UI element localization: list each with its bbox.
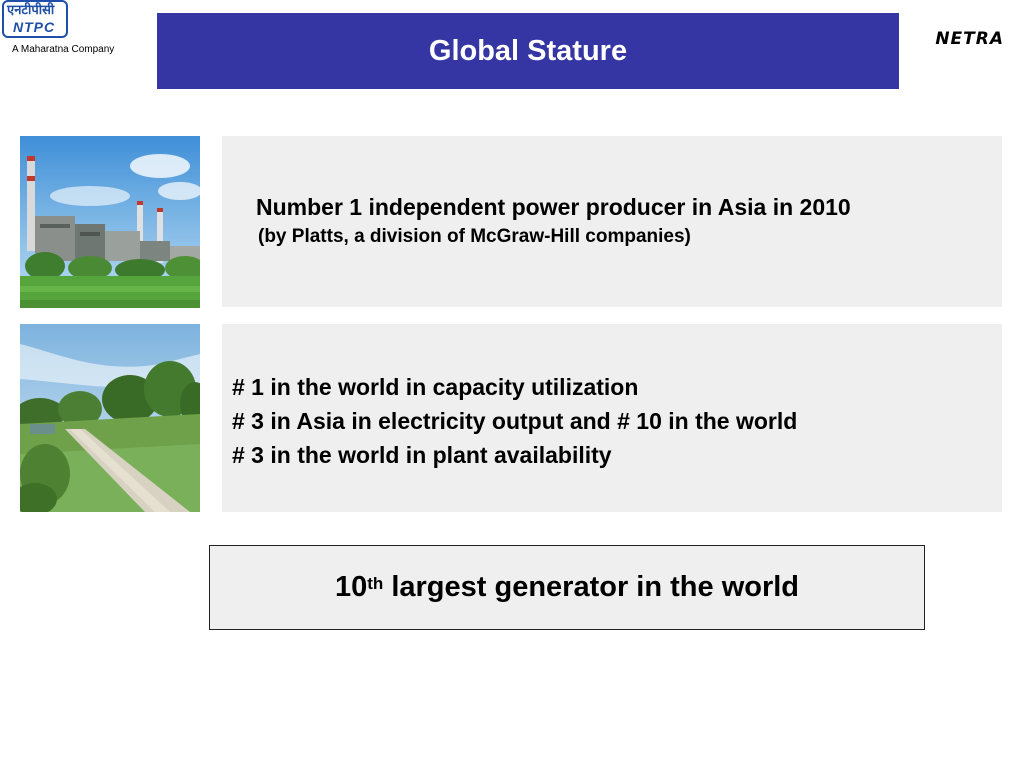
asia-ranking-source: (by Platts, a division of McGraw-Hill co… xyxy=(258,226,691,247)
callout-ordinal-suffix: th xyxy=(367,573,384,593)
ntpc-logo: एनटीपीसी NTPC A Maharatna Company xyxy=(2,0,132,60)
list-item: # 3 in Asia in electricity output and # … xyxy=(232,408,798,434)
slide: एनटीपीसी NTPC A Maharatna Company Global… xyxy=(0,0,1024,768)
rankings-list: # 1 in the world in capacity utilization… xyxy=(232,370,797,472)
logo-tagline: A Maharatna Company xyxy=(12,44,115,55)
panel-world-rankings: # 1 in the world in capacity utilization… xyxy=(222,324,1002,512)
logo-devanagari: एनटीपीसी xyxy=(7,2,55,17)
power-plant-image xyxy=(20,136,200,308)
callout-number: 10 xyxy=(334,571,368,603)
list-item: # 1 in the world in capacity utilization xyxy=(232,374,639,400)
landscape-image xyxy=(20,324,200,512)
landscape-photo xyxy=(20,324,200,512)
largest-generator-callout: 10th largest generator in the world xyxy=(209,545,925,630)
page-title: Global Stature xyxy=(428,34,628,67)
logo-badge: एनटीपीसी NTPC xyxy=(2,0,68,38)
title-banner: Global Stature xyxy=(157,13,899,89)
power-plant-photo xyxy=(20,136,200,308)
callout-text: largest generator in the world xyxy=(383,571,800,603)
logo-latin: NTPC xyxy=(13,19,56,35)
asia-ranking-headline: Number 1 independent power producer in A… xyxy=(256,194,851,220)
list-item: # 3 in the world in plant availability xyxy=(232,442,612,468)
netra-brand: NETRA xyxy=(935,29,1004,49)
panel-asia-ranking: Number 1 independent power producer in A… xyxy=(222,136,1002,307)
